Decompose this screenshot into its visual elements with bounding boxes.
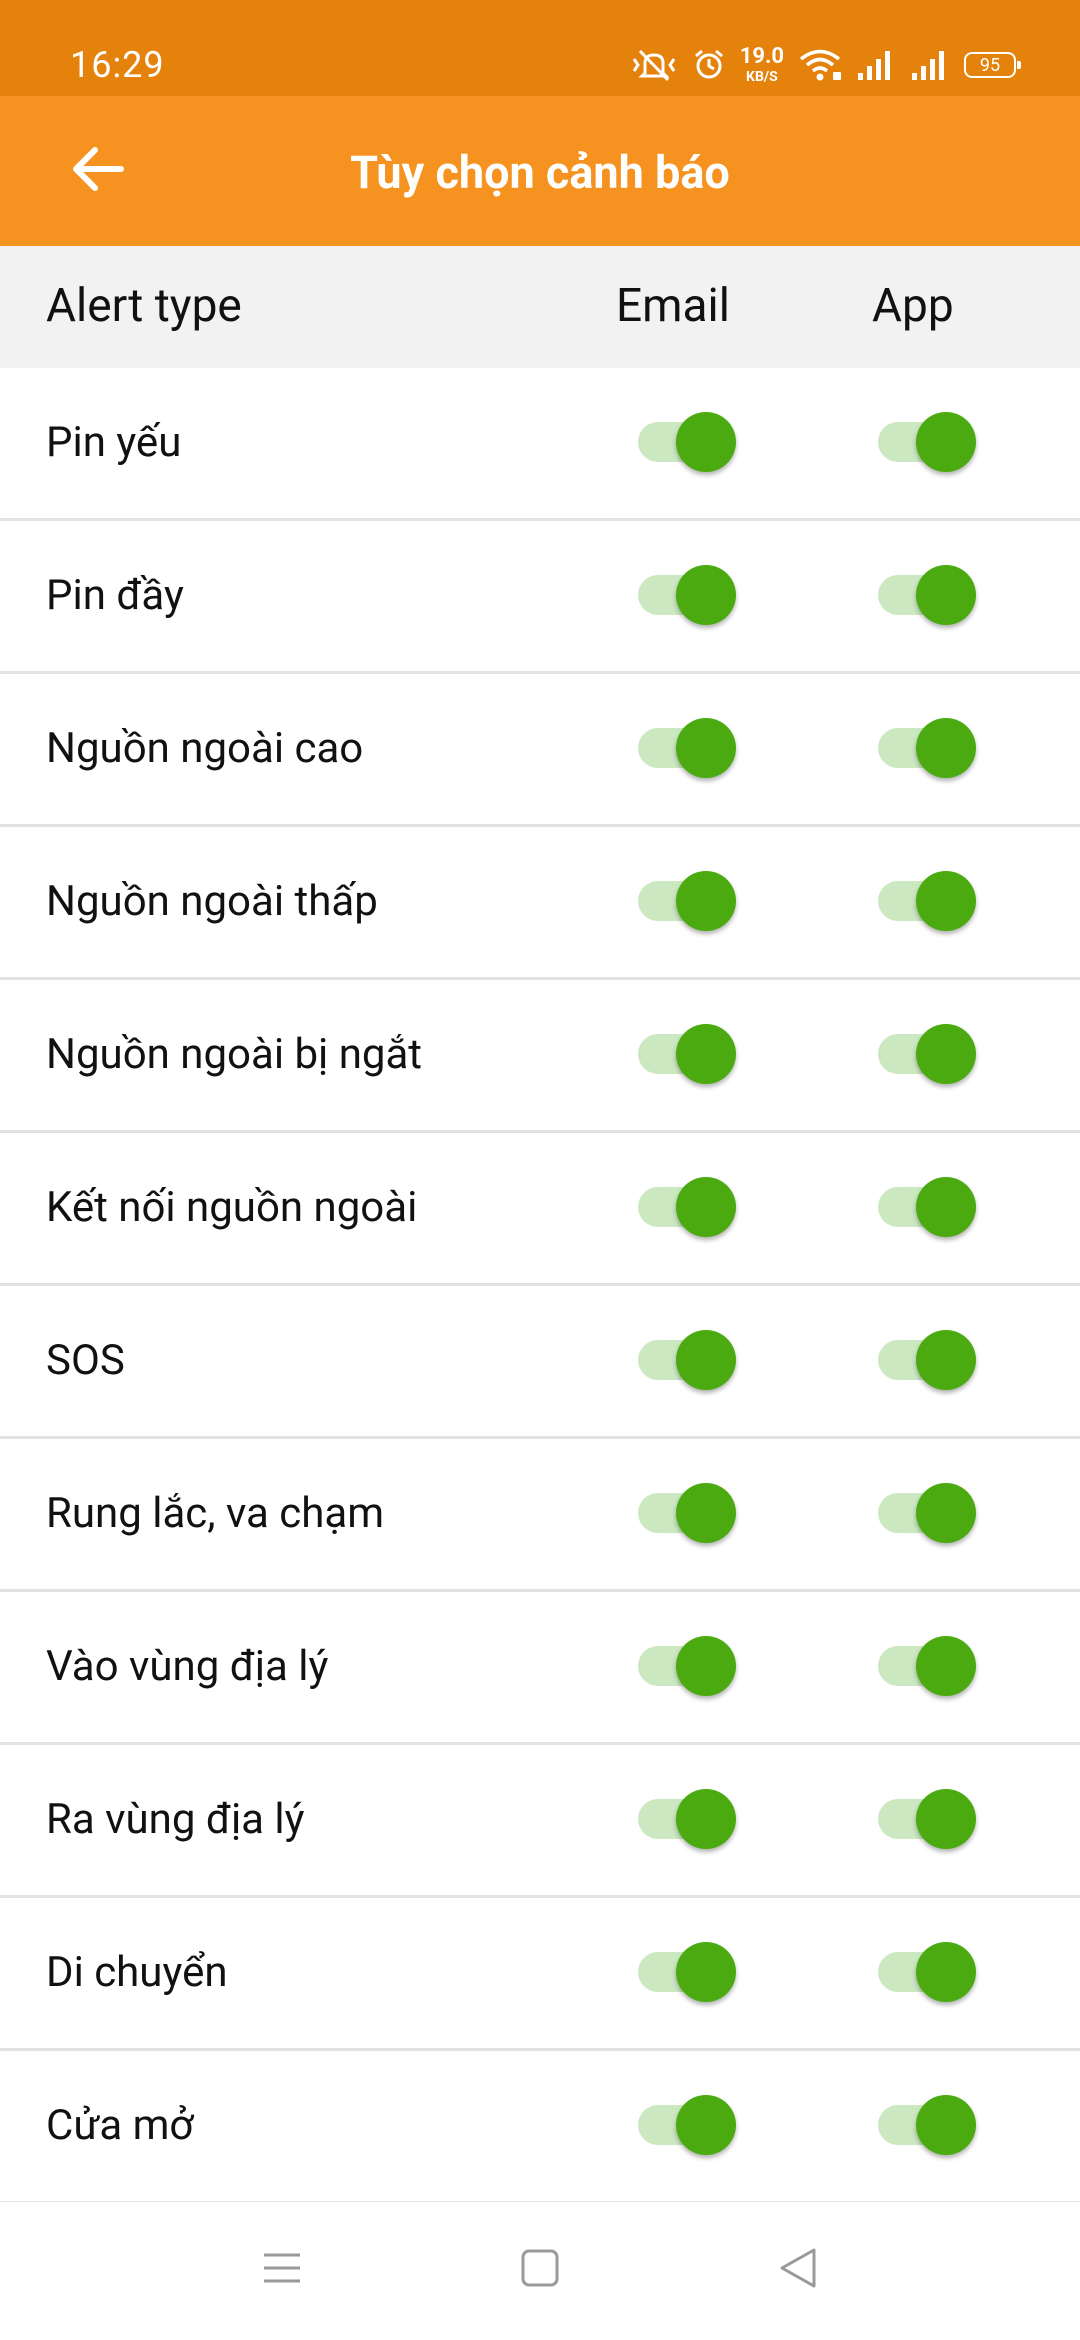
toggle-knob bbox=[916, 1483, 976, 1543]
recent-apps-button[interactable] bbox=[252, 2242, 312, 2298]
signal-icon bbox=[910, 49, 950, 81]
header-alert-type: Alert type bbox=[46, 279, 242, 333]
app-toggle[interactable] bbox=[878, 1024, 976, 1084]
alert-label: Pin yếu bbox=[46, 418, 182, 467]
back-triangle-icon bbox=[778, 2246, 818, 2294]
email-toggle[interactable] bbox=[638, 871, 736, 931]
toggle-knob bbox=[916, 1636, 976, 1696]
toggle-knob bbox=[676, 718, 736, 778]
net-speed-value: 19.0 bbox=[739, 44, 784, 69]
toggle-knob bbox=[676, 2095, 736, 2155]
email-toggle[interactable] bbox=[638, 1942, 736, 2002]
alert-label: Nguồn ngoài cao bbox=[46, 724, 364, 773]
toggle-knob bbox=[676, 1483, 736, 1543]
alert-label: Di chuyển bbox=[46, 1948, 228, 1997]
app-toggle[interactable] bbox=[878, 1177, 976, 1237]
signal-icon bbox=[856, 49, 896, 81]
app-toggle[interactable] bbox=[878, 1789, 976, 1849]
alert-label: Nguồn ngoài thấp bbox=[46, 877, 378, 926]
header-app: App bbox=[872, 279, 954, 333]
app-toggle[interactable] bbox=[878, 1942, 976, 2002]
toggle-knob bbox=[916, 871, 976, 931]
table-row: Cửa mở bbox=[0, 2051, 1080, 2204]
email-toggle[interactable] bbox=[638, 1789, 736, 1849]
toggle-knob bbox=[916, 2095, 976, 2155]
toggle-knob bbox=[916, 1330, 976, 1390]
alert-label: Pin đầy bbox=[46, 571, 184, 620]
toggle-knob bbox=[676, 1177, 736, 1237]
menu-icon bbox=[262, 2250, 302, 2290]
table-row: Ra vùng địa lý bbox=[0, 1745, 1080, 1898]
alert-label: Cửa mở bbox=[46, 2101, 194, 2150]
email-toggle[interactable] bbox=[638, 412, 736, 472]
table-row: Rung lắc, va chạm bbox=[0, 1439, 1080, 1592]
net-speed: 19.0 KB/S bbox=[739, 44, 784, 85]
toggle-knob bbox=[916, 565, 976, 625]
alert-label: Rung lắc, va chạm bbox=[46, 1489, 385, 1538]
toggle-knob bbox=[676, 412, 736, 472]
email-toggle[interactable] bbox=[638, 1483, 736, 1543]
table-row: Vào vùng địa lý bbox=[0, 1592, 1080, 1745]
email-toggle[interactable] bbox=[638, 1636, 736, 1696]
system-nav-bar bbox=[0, 2202, 1080, 2340]
toggle-knob bbox=[916, 1024, 976, 1084]
battery-level: 95 bbox=[979, 54, 1001, 76]
status-bar: 16:29 19.0 KB/S 95 bbox=[0, 0, 1080, 96]
app-toggle[interactable] bbox=[878, 1636, 976, 1696]
email-toggle[interactable] bbox=[638, 565, 736, 625]
table-row: Kết nối nguồn ngoài bbox=[0, 1133, 1080, 1286]
email-toggle[interactable] bbox=[638, 2095, 736, 2155]
email-toggle[interactable] bbox=[638, 1330, 736, 1390]
toggle-knob bbox=[676, 1024, 736, 1084]
alert-label: Nguồn ngoài bị ngắt bbox=[46, 1030, 423, 1079]
app-toggle[interactable] bbox=[878, 412, 976, 472]
net-speed-unit: KB/S bbox=[746, 69, 778, 85]
home-square-icon bbox=[520, 2248, 560, 2292]
toggle-knob bbox=[676, 1942, 736, 2002]
page-title: Tùy chọn cảnh báo bbox=[350, 146, 730, 199]
toggle-knob bbox=[676, 1789, 736, 1849]
toggle-knob bbox=[676, 1636, 736, 1696]
email-toggle[interactable] bbox=[638, 1177, 736, 1237]
alert-label: SOS bbox=[46, 1336, 125, 1385]
email-toggle[interactable] bbox=[638, 1024, 736, 1084]
alert-list: Pin yếu Pin đầy Nguồn ngoài cao Nguồn ng… bbox=[0, 368, 1080, 2204]
table-row: Pin yếu bbox=[0, 368, 1080, 521]
alert-label: Ra vùng địa lý bbox=[46, 1795, 305, 1844]
toggle-knob bbox=[676, 565, 736, 625]
table-row: Nguồn ngoài cao bbox=[0, 674, 1080, 827]
table-row: Pin đầy bbox=[0, 521, 1080, 674]
app-toggle[interactable] bbox=[878, 718, 976, 778]
toggle-knob bbox=[916, 718, 976, 778]
toggle-knob bbox=[916, 1789, 976, 1849]
toggle-knob bbox=[916, 1177, 976, 1237]
wifi-icon bbox=[798, 48, 842, 82]
app-toggle[interactable] bbox=[878, 2095, 976, 2155]
table-row: Nguồn ngoài thấp bbox=[0, 827, 1080, 980]
table-row: SOS bbox=[0, 1286, 1080, 1439]
alarm-icon bbox=[692, 48, 726, 82]
table-row: Nguồn ngoài bị ngắt bbox=[0, 980, 1080, 1133]
vibrate-icon bbox=[630, 47, 678, 83]
email-toggle[interactable] bbox=[638, 718, 736, 778]
toggle-knob bbox=[676, 871, 736, 931]
home-button[interactable] bbox=[510, 2242, 570, 2298]
app-bar: Tùy chọn cảnh báo bbox=[0, 96, 1080, 246]
header-email: Email bbox=[616, 279, 730, 333]
table-row: Di chuyển bbox=[0, 1898, 1080, 2051]
status-time: 16:29 bbox=[70, 44, 165, 86]
battery-icon: 95 bbox=[964, 52, 1021, 78]
table-header: Alert type Email App bbox=[0, 246, 1080, 368]
alert-label: Kết nối nguồn ngoài bbox=[46, 1183, 418, 1232]
alert-label: Vào vùng địa lý bbox=[46, 1642, 329, 1691]
system-back-button[interactable] bbox=[768, 2242, 828, 2298]
toggle-knob bbox=[916, 412, 976, 472]
app-toggle[interactable] bbox=[878, 1483, 976, 1543]
toggle-knob bbox=[916, 1942, 976, 2002]
status-icons: 19.0 KB/S 95 bbox=[630, 42, 1021, 88]
app-toggle[interactable] bbox=[878, 1330, 976, 1390]
toggle-knob bbox=[676, 1330, 736, 1390]
app-toggle[interactable] bbox=[878, 871, 976, 931]
app-toggle[interactable] bbox=[878, 565, 976, 625]
